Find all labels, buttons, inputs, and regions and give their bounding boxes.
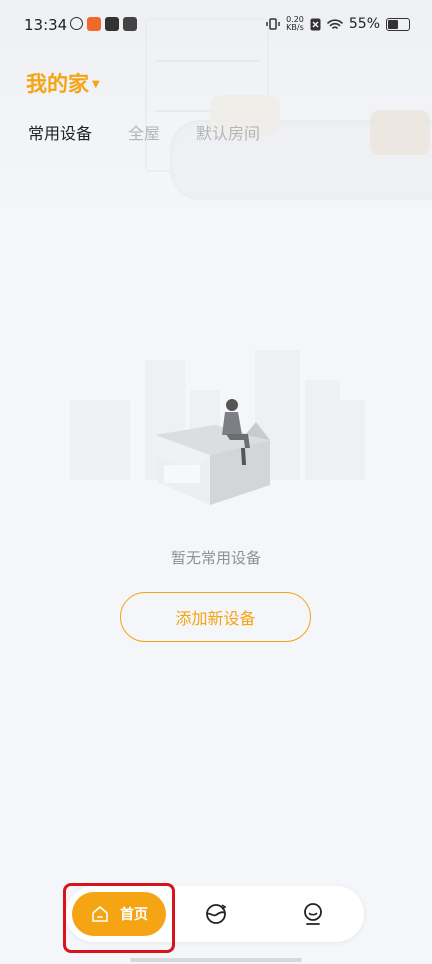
sync-notification-icon <box>70 17 83 30</box>
scene-icon[interactable] <box>202 900 230 928</box>
status-right: 0.20 KB/s 55% <box>266 16 410 32</box>
tab-default-room[interactable]: 默认房间 <box>196 120 260 144</box>
pillow-illustration <box>370 110 430 155</box>
add-new-device-button[interactable]: 添加新设备 <box>120 592 311 642</box>
home-name: 我的家 <box>26 72 89 96</box>
empty-state-message: 暂无常用设备 <box>170 549 261 567</box>
app-notification-icon <box>87 17 101 31</box>
empty-box-illustration <box>70 350 365 505</box>
net-speed: 0.20 KB/s <box>286 16 304 32</box>
room-tabs: 常用设备 全屋 默认房间 <box>28 120 260 144</box>
tab-common-devices[interactable]: 常用设备 <box>28 120 92 144</box>
no-sim-icon <box>310 18 321 30</box>
notification-icons <box>70 17 137 31</box>
battery-icon <box>386 17 410 31</box>
chevron-down-icon: ▼ <box>92 78 100 90</box>
highlight-box <box>63 883 175 953</box>
status-time: 13:34 <box>24 16 68 34</box>
vibrate-icon <box>266 18 280 30</box>
profile-icon[interactable] <box>299 900 327 928</box>
net-speed-unit: KB/s <box>286 23 304 32</box>
battery-percent: 55% <box>348 16 380 32</box>
status-bar: 13:34 0.20 KB/s 55% <box>0 0 432 50</box>
gesture-bar <box>130 958 302 962</box>
play-notification-icon <box>105 17 119 31</box>
mail-notification-icon <box>123 17 137 31</box>
wifi-icon <box>327 18 343 29</box>
home-selector[interactable]: 我的家 ▼ <box>26 68 100 98</box>
tab-whole-house[interactable]: 全屋 <box>128 120 160 144</box>
